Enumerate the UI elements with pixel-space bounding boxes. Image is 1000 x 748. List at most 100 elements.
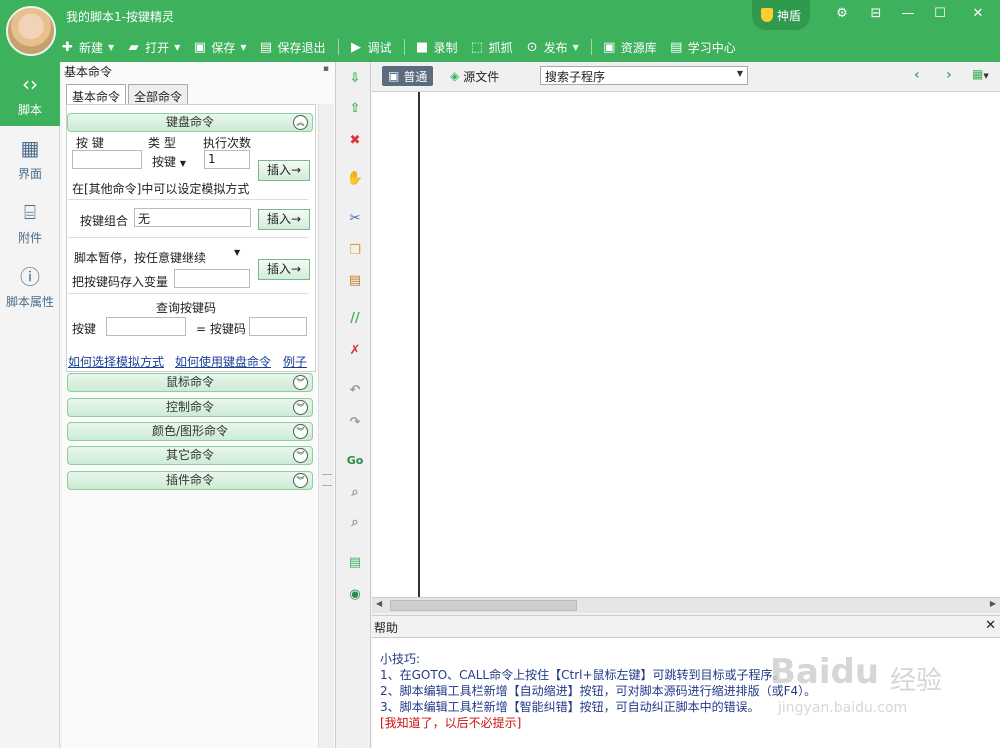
scroll-left-icon[interactable]: ◀: [376, 599, 382, 608]
close-button[interactable]: ✕: [966, 6, 990, 21]
store-variable-input[interactable]: [174, 269, 250, 288]
goto-icon[interactable]: Go: [346, 452, 364, 470]
settings-icon[interactable]: ⚙: [830, 6, 854, 21]
chevron-down-icon[interactable]: ▼: [108, 43, 114, 52]
hand-icon[interactable]: ✋: [346, 170, 364, 188]
uncomment-icon[interactable]: ✗: [346, 342, 364, 360]
chevron-down-icon[interactable]: ▼: [180, 159, 186, 168]
menu-icon[interactable]: ⊟: [864, 6, 888, 21]
nav-label: 脚本属性: [5, 294, 54, 309]
library-label: 资源库: [620, 40, 657, 55]
query-key-input[interactable]: [106, 317, 186, 336]
source-icon: ◈: [450, 69, 460, 83]
layout-icon[interactable]: ▦▼: [972, 67, 989, 81]
tab-normal[interactable]: ▣ 普通: [382, 66, 434, 86]
save-exit-button[interactable]: ▤ 保存退出: [259, 39, 326, 56]
panel-scrollbar[interactable]: [318, 104, 334, 748]
minimize-button[interactable]: —: [896, 6, 920, 21]
help-line: 1、在GOTO、CALL命令上按住【Ctrl+鼠标左键】可跳转到目标或子程序。: [380, 668, 785, 682]
expand-icon[interactable]: ︾: [293, 448, 308, 463]
replace-icon[interactable]: ⌕: [346, 514, 364, 532]
chevron-down-icon[interactable]: ▼: [737, 69, 743, 78]
chevron-down-icon[interactable]: ▼: [573, 43, 579, 52]
new-button[interactable]: ✚ 新建 ▼: [60, 39, 114, 56]
expand-icon[interactable]: ︾: [293, 400, 308, 415]
chevron-down-icon[interactable]: ▼: [234, 248, 240, 257]
avatar[interactable]: [6, 6, 56, 56]
group-label: 键盘命令: [165, 115, 214, 129]
capture-button[interactable]: ⬚ 抓抓: [470, 39, 513, 56]
expand-icon[interactable]: ︾: [293, 473, 308, 488]
divider: [68, 199, 308, 200]
subroutine-search-label: 搜索子程序: [545, 70, 606, 84]
watermark-brand: Baidu: [770, 652, 880, 692]
chevron-down-icon[interactable]: ▼: [240, 43, 246, 52]
nav-item-attachment[interactable]: ⌸ 附件: [0, 190, 60, 254]
scroll-grip[interactable]: [322, 474, 332, 486]
forward-arrow-icon[interactable]: ›: [946, 67, 952, 83]
mouse-group-header[interactable]: 鼠标命令 ︾: [67, 373, 313, 392]
delete-icon[interactable]: ✖: [346, 132, 364, 150]
insert-key-button[interactable]: 插入→: [258, 160, 310, 181]
count-input[interactable]: 1: [204, 150, 250, 169]
combo-input[interactable]: 无: [134, 208, 251, 227]
plugin-group-header[interactable]: 插件命令 ︾: [67, 471, 313, 490]
editor-horizontal-scrollbar[interactable]: ◀ ▶: [372, 597, 1000, 613]
link-example[interactable]: 例子: [283, 353, 307, 370]
keyboard-group-header[interactable]: 键盘命令 ︽: [67, 113, 313, 132]
expand-icon[interactable]: ︾: [293, 424, 308, 439]
insert-combo-button[interactable]: 插入→: [258, 209, 310, 230]
redo-icon[interactable]: ↷: [346, 414, 364, 432]
simulation-note: 在[其他命令]中可以设定模拟方式: [72, 182, 250, 196]
pin-icon[interactable]: ▪: [323, 64, 329, 74]
scroll-right-icon[interactable]: ▶: [990, 599, 996, 608]
save-button[interactable]: ▣ 保存 ▼: [192, 39, 247, 56]
other-group-header[interactable]: 其它命令 ︾: [67, 446, 313, 465]
shield-label: 神盾: [776, 8, 801, 23]
record-button[interactable]: ■ 录制: [415, 39, 458, 56]
nav-item-ui[interactable]: ▦ 界面: [0, 126, 60, 190]
publish-icon: ⊙: [526, 39, 538, 55]
toolbar-divider: [337, 39, 339, 55]
type-select[interactable]: 按键 ▼: [152, 153, 186, 170]
nav-item-properties[interactable]: ⓘ 脚本属性: [0, 254, 60, 318]
code-editor[interactable]: [372, 92, 1000, 597]
tab-normal-label: 普通: [403, 69, 428, 84]
inspect-icon[interactable]: ◉: [346, 586, 364, 604]
find-icon[interactable]: ⌕: [346, 484, 364, 502]
comment-icon[interactable]: //: [346, 310, 364, 328]
study-center-button[interactable]: ▤ 学习中心: [669, 39, 736, 56]
new-label: 新建: [79, 40, 104, 55]
cut-icon[interactable]: ✂: [346, 210, 364, 228]
close-icon[interactable]: ✕: [985, 618, 996, 633]
nav-item-script[interactable]: ‹› 脚本: [0, 62, 60, 126]
maximize-button[interactable]: ☐: [928, 6, 952, 21]
back-arrow-icon[interactable]: ‹: [914, 67, 920, 83]
chevron-down-icon[interactable]: ▼: [174, 43, 180, 52]
move-up-icon[interactable]: ⇧: [346, 100, 364, 118]
undo-icon[interactable]: ↶: [346, 382, 364, 400]
subroutine-search-select[interactable]: 搜索子程序 ▼: [540, 66, 748, 85]
query-code-input[interactable]: [249, 317, 307, 336]
control-group-header[interactable]: 控制命令 ︾: [67, 398, 313, 417]
shield-button[interactable]: 神盾: [752, 0, 810, 30]
debug-label: 调试: [367, 40, 392, 55]
publish-button[interactable]: ⊙ 发布 ▼: [525, 39, 579, 56]
link-simulation[interactable]: 如何选择模拟方式: [68, 353, 164, 370]
key-input[interactable]: [72, 150, 142, 169]
indent-icon[interactable]: ▤: [346, 554, 364, 572]
collapse-icon[interactable]: ︽: [293, 115, 308, 130]
dismiss-tip-link[interactable]: [我知道了，以后不必提示]: [380, 714, 521, 731]
debug-button[interactable]: ▶ 调试: [349, 39, 392, 56]
move-down-icon[interactable]: ⇩: [346, 70, 364, 88]
insert-pause-button[interactable]: 插入→: [258, 259, 310, 280]
library-button[interactable]: ▣ 资源库: [602, 39, 657, 56]
tab-source[interactable]: ◈ 源文件: [444, 66, 505, 86]
color-group-header[interactable]: 颜色/图形命令 ︾: [67, 422, 313, 441]
paste-icon[interactable]: ▤: [346, 272, 364, 290]
copy-icon[interactable]: ❐: [346, 242, 364, 260]
open-button[interactable]: ▰ 打开 ▼: [126, 39, 181, 56]
scroll-thumb[interactable]: [390, 600, 577, 611]
expand-icon[interactable]: ︾: [293, 375, 308, 390]
link-keyboard-usage[interactable]: 如何使用键盘命令: [175, 353, 271, 370]
